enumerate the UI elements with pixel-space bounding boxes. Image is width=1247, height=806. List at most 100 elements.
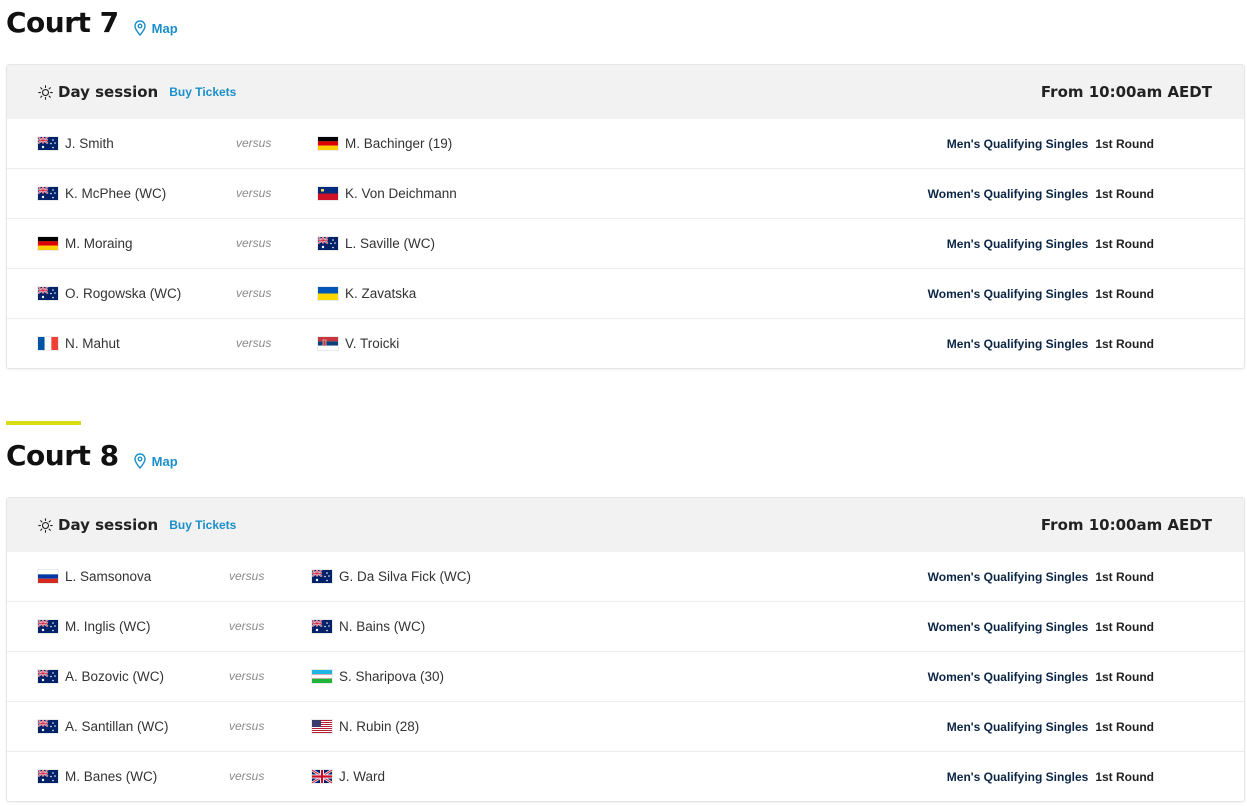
flag-icon xyxy=(37,769,58,783)
versus-label: versus xyxy=(236,236,272,250)
player-two: N. Rubin (28) xyxy=(312,702,419,751)
event-info: Men's Qualifying Singles 1st Round xyxy=(947,219,1154,268)
match-row[interactable]: A. Santillan (WC) versus N. Rubin (28) M… xyxy=(7,701,1244,751)
session-name: Day session xyxy=(58,516,159,534)
versus-label: versus xyxy=(229,669,265,683)
court-title: Court 8 xyxy=(6,439,119,472)
event-info: Men's Qualifying Singles 1st Round xyxy=(947,319,1154,368)
round-label: 1st Round xyxy=(1095,236,1154,251)
event-info: Men's Qualifying Singles 1st Round xyxy=(947,702,1154,751)
match-row[interactable]: M. Inglis (WC) versus N. Bains (WC) Wome… xyxy=(7,601,1244,651)
event-name: Men's Qualifying Singles xyxy=(946,769,1089,784)
session-start-time: From 10:00am AEDT xyxy=(1040,516,1212,534)
player-one: M. Banes (WC) xyxy=(37,752,157,801)
event-info: Women's Qualifying Singles 1st Round xyxy=(928,602,1154,651)
flag-icon xyxy=(318,137,338,150)
session-card: Day session Buy Tickets From 10:00am AED… xyxy=(6,497,1245,802)
round-label: 1st Round xyxy=(1095,186,1154,201)
event-info: Men's Qualifying Singles 1st Round xyxy=(947,752,1154,801)
round-label: 1st Round xyxy=(1095,569,1154,584)
session-card: Day session Buy Tickets From 10:00am AED… xyxy=(6,64,1245,369)
flag-icon xyxy=(312,720,332,733)
player-two: J. Ward xyxy=(311,752,386,801)
player-one: O. Rogowska (WC) xyxy=(37,269,182,318)
versus-label: versus xyxy=(229,619,265,633)
map-pin-icon xyxy=(133,453,146,469)
match-row[interactable]: L. Samsonova versus G. Da Silva Fick (WC… xyxy=(7,552,1244,601)
sun-icon xyxy=(38,84,53,100)
match-row[interactable]: N. Mahut versus V. Troicki Men's Qualify… xyxy=(7,318,1244,368)
flag-icon xyxy=(311,569,332,583)
player-one-name: K. McPhee (WC) xyxy=(65,186,167,201)
court-title: Court 7 xyxy=(6,6,119,39)
event-name: Men's Qualifying Singles xyxy=(946,719,1089,734)
match-row[interactable]: A. Bozovic (WC) versus S. Sharipova (30)… xyxy=(7,651,1244,701)
player-two-name: N. Bains (WC) xyxy=(339,619,426,634)
flag-icon xyxy=(38,237,58,250)
flag-icon xyxy=(38,337,58,350)
buy-tickets-link[interactable]: Buy Tickets xyxy=(169,85,236,99)
buy-tickets-link[interactable]: Buy Tickets xyxy=(169,518,236,532)
player-two-name: J. Ward xyxy=(339,769,386,784)
player-one: L. Samsonova xyxy=(38,552,151,601)
map-pin-icon xyxy=(133,20,146,36)
player-two: K. Zavatska xyxy=(318,269,416,318)
event-info: Women's Qualifying Singles 1st Round xyxy=(928,552,1154,601)
event-name: Women's Qualifying Singles xyxy=(927,569,1089,584)
player-two-name: S. Sharipova (30) xyxy=(339,669,445,684)
flag-icon xyxy=(311,768,333,785)
section-accent-bar xyxy=(6,421,81,425)
match-row[interactable]: J. Smith versus M. Bachinger (19) Men's … xyxy=(7,119,1244,168)
player-one-name: A. Santillan (WC) xyxy=(65,719,169,734)
map-link[interactable]: Map xyxy=(133,20,178,36)
flag-icon xyxy=(311,619,332,633)
round-label: 1st Round xyxy=(1095,619,1154,634)
player-two: V. Troicki xyxy=(318,319,399,368)
event-info: Women's Qualifying Singles 1st Round xyxy=(928,269,1154,318)
flag-icon xyxy=(312,670,332,683)
event-name: Men's Qualifying Singles xyxy=(946,336,1089,351)
player-two: N. Bains (WC) xyxy=(311,602,426,651)
player-two-name: V. Troicki xyxy=(345,336,400,351)
versus-label: versus xyxy=(236,136,272,150)
round-label: 1st Round xyxy=(1095,336,1154,351)
match-row[interactable]: K. McPhee (WC) versus K. Von Deichmann W… xyxy=(7,168,1244,218)
player-two: M. Bachinger (19) xyxy=(318,119,452,168)
player-two-name: N. Rubin (28) xyxy=(339,719,420,734)
event-name: Men's Qualifying Singles xyxy=(946,236,1089,251)
round-label: 1st Round xyxy=(1095,136,1154,151)
match-row[interactable]: M. Banes (WC) versus J. Ward Men's Quali… xyxy=(7,751,1244,801)
flag-icon xyxy=(318,337,338,350)
flag-icon xyxy=(38,570,58,583)
event-name: Women's Qualifying Singles xyxy=(927,669,1089,684)
player-two: K. Von Deichmann xyxy=(318,169,457,218)
player-two-name: K. Zavatska xyxy=(345,286,417,301)
player-one-name: M. Inglis (WC) xyxy=(65,619,151,634)
player-one: K. McPhee (WC) xyxy=(37,169,167,218)
match-row[interactable]: O. Rogowska (WC) versus K. Zavatska Wome… xyxy=(7,268,1244,318)
event-name: Women's Qualifying Singles xyxy=(927,619,1089,634)
player-one: A. Santillan (WC) xyxy=(37,702,169,751)
round-label: 1st Round xyxy=(1095,769,1154,784)
player-one-name: O. Rogowska (WC) xyxy=(65,286,182,301)
event-info: Women's Qualifying Singles 1st Round xyxy=(928,169,1154,218)
versus-label: versus xyxy=(236,286,272,300)
court-header: Court 7 Map xyxy=(6,8,178,38)
match-row[interactable]: M. Moraing versus L. Saville (WC) Men's … xyxy=(7,218,1244,268)
flag-icon xyxy=(37,669,58,683)
session-start-time: From 10:00am AEDT xyxy=(1040,83,1212,101)
player-one: J. Smith xyxy=(37,119,114,168)
player-one-name: M. Moraing xyxy=(65,236,133,251)
player-one-name: L. Samsonova xyxy=(65,569,152,584)
flag-icon xyxy=(37,619,58,633)
player-one-name: N. Mahut xyxy=(65,336,120,351)
sun-icon xyxy=(38,517,53,533)
map-link[interactable]: Map xyxy=(133,453,178,469)
versus-label: versus xyxy=(229,719,265,733)
versus-label: versus xyxy=(236,186,272,200)
round-label: 1st Round xyxy=(1095,669,1154,684)
flag-icon xyxy=(318,287,338,300)
flag-icon xyxy=(37,719,58,733)
match-list: L. Samsonova versus G. Da Silva Fick (WC… xyxy=(7,552,1244,801)
versus-label: versus xyxy=(229,569,265,583)
